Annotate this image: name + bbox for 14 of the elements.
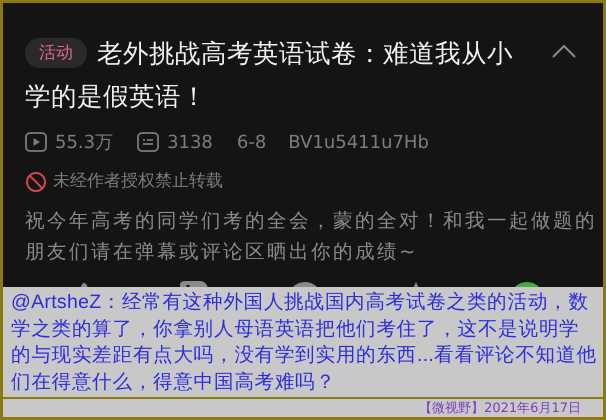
view-count: 55.3万 (55, 130, 114, 154)
upload-date: 6-8 (236, 130, 266, 154)
play-icon (25, 132, 47, 152)
collapse-icon[interactable] (551, 43, 577, 59)
credit-text: 【微视野】2021年6月17日 (419, 401, 581, 416)
danmaku-count: 3138 (167, 130, 213, 154)
video-id: BV1u5411u7Hb (288, 130, 429, 154)
no-entry-icon (25, 170, 47, 193)
activity-tag[interactable]: 活动 (25, 38, 87, 68)
copyright-notice: 未经作者授权禁止转载 (53, 170, 223, 193)
video-title: 活动 老外挑战高考英语试卷：难道我从小学的是假英语！ (25, 37, 514, 114)
video-description: 祝今年高考的同学们考的全会，蒙的全对！和我一起做题的朋友们请在弹幕或评论区晒出你的成绩~ (25, 208, 598, 264)
caption-text: @ArtsheZ：经常有这种外国人挑战国内高考试卷之类的活动，数学之类的算了，你拿别人母语英语把他们考住了，这不是说明学的与现实差距有点大吗，没有学到实用的东西...看看评论不知道他们在得意什么，得意中国高考难吗？ (3, 287, 603, 397)
comment-list-icon (137, 132, 160, 152)
